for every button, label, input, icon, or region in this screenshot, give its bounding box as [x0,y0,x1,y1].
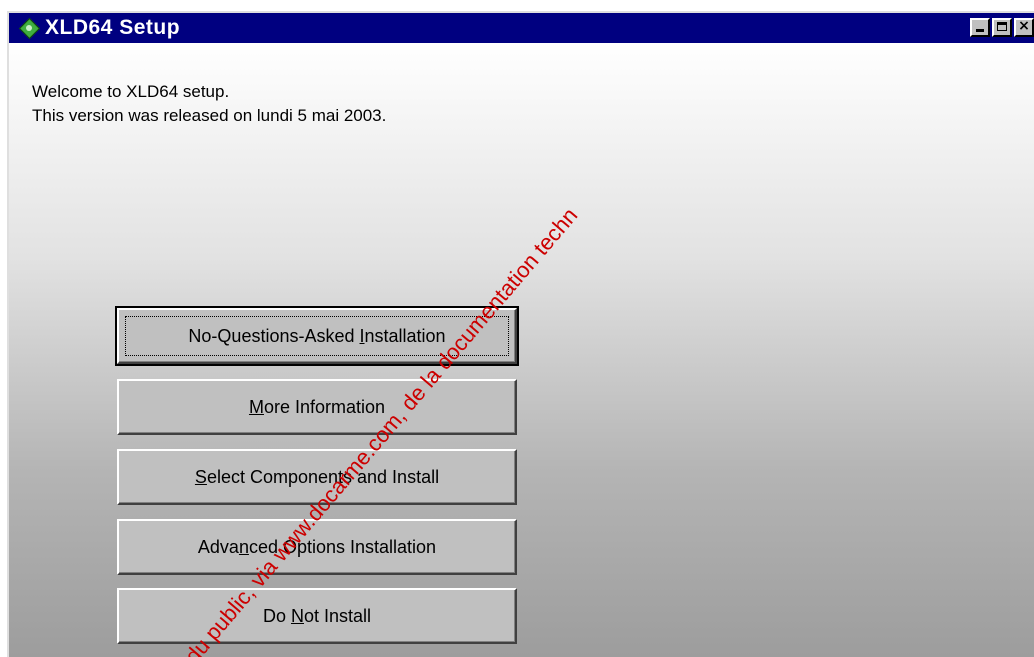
welcome-message: Welcome to XLD64 setup. This version was… [32,80,386,128]
window-title: XLD64 Setup [45,16,181,39]
maximize-button[interactable] [992,18,1012,37]
minimize-icon [976,29,984,32]
advanced-options-installation-button[interactable]: Advanced Options Installation [117,519,517,575]
client-area: Welcome to XLD64 setup. This version was… [9,43,1034,657]
title-bar[interactable]: XLD64 Setup × [9,13,1034,43]
do-not-install-button[interactable]: Do Not Install [117,588,517,644]
button-label: Advanced Options Installation [197,536,437,557]
close-button[interactable]: × [1014,18,1034,37]
app-icon[interactable] [18,17,41,40]
app-icon-dot [26,25,32,31]
minimize-button[interactable] [970,18,990,37]
close-icon: × [1018,18,1030,34]
no-questions-asked-installation-button[interactable]: No-Questions-Asked Installation [115,306,519,366]
window-controls: × [970,18,1034,37]
button-label: Select Components and Install [194,466,440,487]
maximize-icon [997,22,1007,31]
welcome-line: Welcome to XLD64 setup. [32,82,230,101]
focus-rectangle [125,316,509,356]
setup-window: XLD64 Setup × Welcome to XLD64 setup. Th… [7,11,1034,657]
button-label: Do Not Install [262,605,372,626]
release-date-line: This version was released on lundi 5 mai… [32,106,387,125]
more-information-button[interactable]: More Information [117,379,517,435]
button-label: More Information [248,396,386,417]
select-components-and-install-button[interactable]: Select Components and Install [117,449,517,505]
